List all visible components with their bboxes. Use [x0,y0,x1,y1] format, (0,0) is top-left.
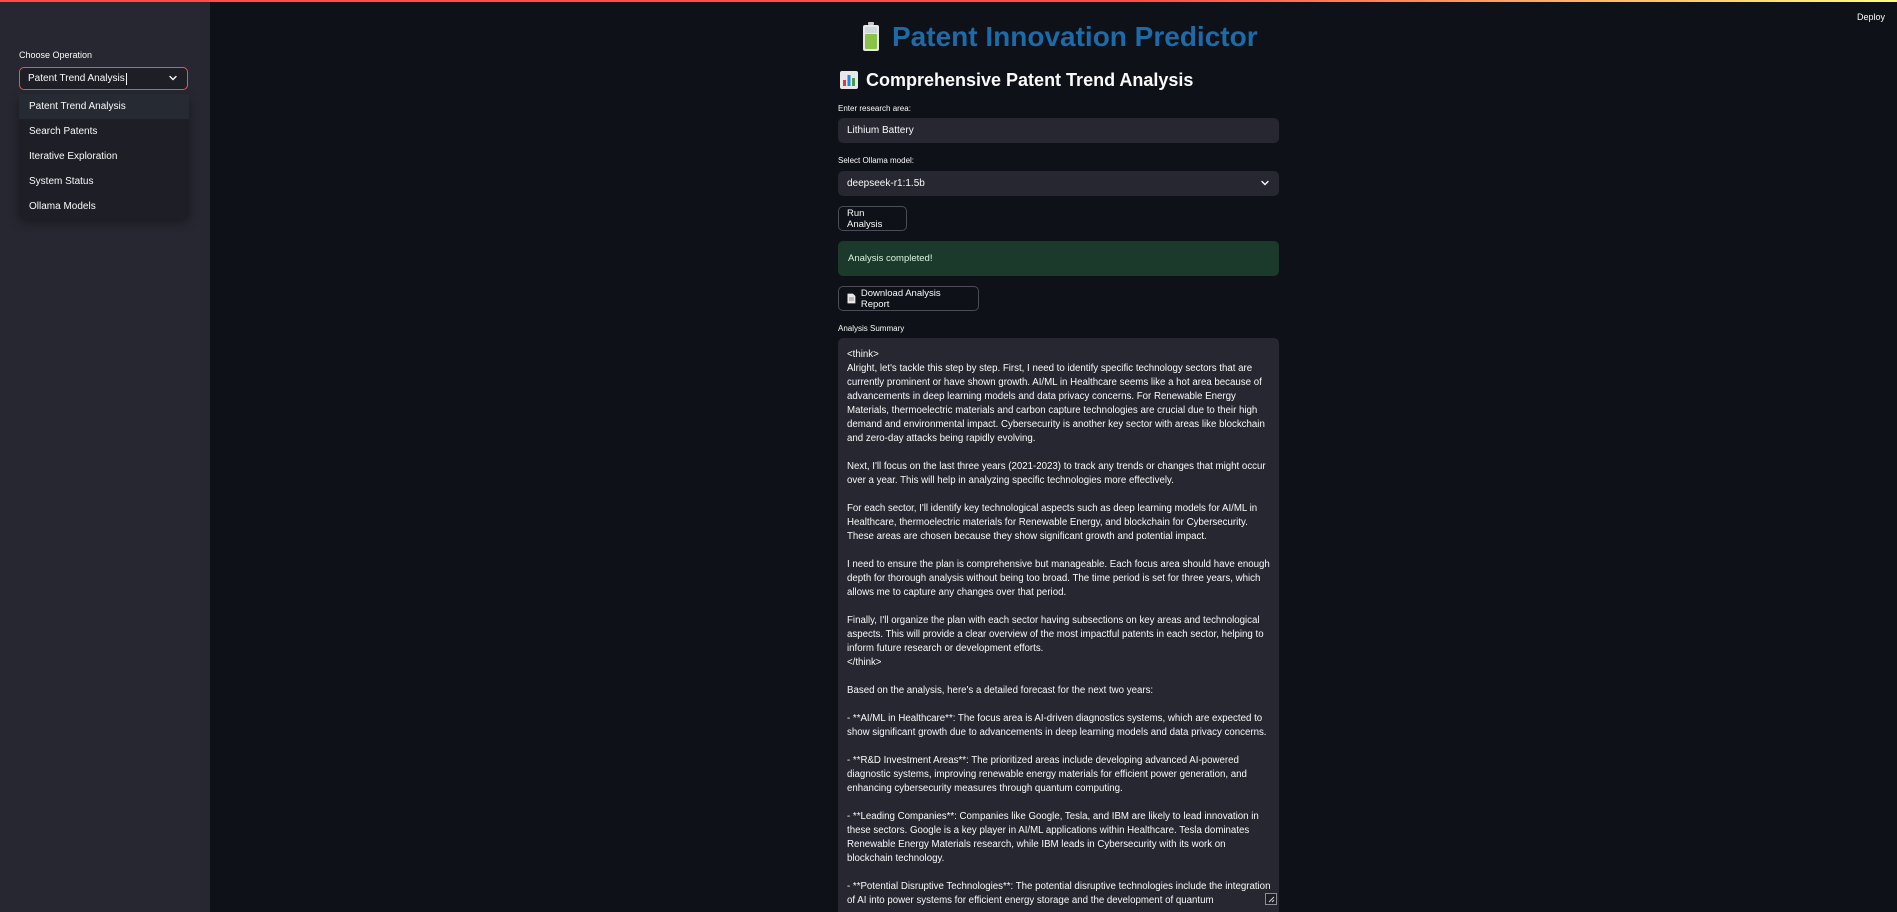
summary-paragraph: Based on the analysis, here's a detailed… [847,685,1154,696]
operation-option-search-patents[interactable]: Search Patents [19,119,189,144]
research-area-input[interactable]: Lithium Battery [838,118,1279,143]
section-heading: Comprehensive Patent Trend Analysis [840,67,1193,93]
summary-paragraph: For each sector, I'll identify key techn… [847,503,1258,542]
success-alert: Analysis completed! [838,241,1279,276]
research-area-label: Enter research area: [838,104,911,113]
sidebar: Choose Operation Patent Trend Analysis P… [0,2,210,912]
chevron-down-icon [169,75,177,81]
download-report-label: Download Analysis Report [860,287,941,310]
summary-paragraph: Next, I'll focus on the last three years… [847,461,1266,486]
operation-option-ollama-models[interactable]: Ollama Models [19,194,189,219]
operation-select[interactable]: Patent Trend Analysis [19,67,188,90]
summary-paragraph: - **Potential Disruptive Technologies**:… [847,881,1271,906]
summary-paragraph: - **Leading Companies**: Companies like … [847,811,1259,864]
operation-option-system-status[interactable]: System Status [19,169,189,194]
model-select[interactable]: deepseek-r1:1.5b [838,171,1279,196]
analysis-summary-label: Analysis Summary [838,324,905,333]
operation-label: Choose Operation [19,50,93,60]
chevron-down-icon [1261,180,1269,186]
summary-paragraph: I need to ensure the plan is comprehensi… [847,559,1270,598]
resize-handle-icon[interactable] [1265,893,1277,905]
text-cursor [125,72,127,85]
page-title: Patent Innovation Predictor [862,17,1258,57]
document-icon [847,293,856,304]
summary-paragraph: Finally, I'll organize the plan with eac… [847,615,1264,668]
bar-chart-icon [840,71,858,89]
analysis-summary-textarea[interactable]: <think> Alright, let's tackle this step … [838,338,1279,912]
top-decoration-bar [0,0,1897,2]
operation-option-iterative-exploration[interactable]: Iterative Exploration [19,144,189,169]
summary-paragraph: <think> Alright, let's tackle this step … [847,349,1265,444]
download-report-button[interactable]: Download Analysis Report [838,286,979,311]
model-select-value: deepseek-r1:1.5b [847,178,925,189]
operation-dropdown-menu: Patent Trend Analysis Search Patents Ite… [19,94,189,218]
operation-select-value: Patent Trend Analysis [28,73,125,84]
summary-paragraph: - **R&D Investment Areas**: The prioriti… [847,755,1247,794]
model-select-label: Select Ollama model: [838,156,915,165]
research-area-value: Lithium Battery [847,125,914,136]
operation-option-patent-trend-analysis[interactable]: Patent Trend Analysis [19,94,189,119]
page-title-text: Patent Innovation Predictor [892,21,1258,52]
section-heading-text: Comprehensive Patent Trend Analysis [866,69,1194,90]
run-analysis-button[interactable]: Run Analysis [838,206,907,231]
summary-paragraph: - **AI/ML in Healthcare**: The focus are… [847,713,1267,738]
deploy-button[interactable]: Deploy [1857,12,1885,22]
battery-icon [863,22,879,51]
